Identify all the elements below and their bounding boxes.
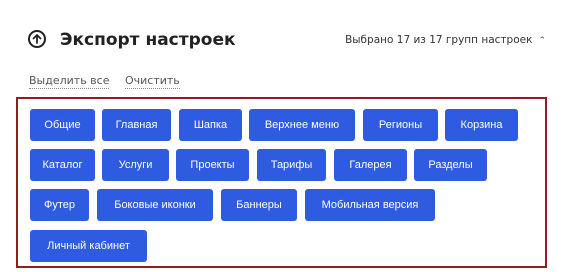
selection-summary-toggle[interactable]: Выбрано 17 из 17 групп настроек ⌃ bbox=[345, 32, 546, 49]
settings-groups-box: Общие Главная Шапка Верхнее меню Регионы… bbox=[16, 97, 547, 268]
group-chip-catalog[interactable]: Каталог bbox=[30, 149, 95, 181]
group-chip-personal-account[interactable]: Личный кабинет bbox=[30, 230, 147, 262]
group-chip-footer[interactable]: Футер bbox=[30, 189, 89, 221]
upload-circle-icon bbox=[28, 30, 46, 48]
selection-actions: Выделить все Очистить bbox=[29, 74, 192, 89]
group-chip-general[interactable]: Общие bbox=[30, 109, 95, 141]
group-chip-side-icons[interactable]: Боковые иконки bbox=[97, 189, 213, 221]
clear-link[interactable]: Очистить bbox=[124, 74, 180, 89]
group-chip-top-menu[interactable]: Верхнее меню bbox=[249, 109, 355, 141]
group-chip-cart[interactable]: Корзина bbox=[445, 109, 518, 141]
selection-summary-text: Выбрано 17 из 17 групп настроек bbox=[345, 34, 533, 46]
export-header: Экспорт настроек Выбрано 17 из 17 групп … bbox=[28, 28, 546, 52]
group-chip-banners[interactable]: Баннеры bbox=[221, 189, 297, 221]
group-chip-gallery[interactable]: Галерея bbox=[334, 149, 407, 181]
group-chip-projects[interactable]: Проекты bbox=[176, 149, 249, 181]
group-chip-services[interactable]: Услуги bbox=[102, 149, 169, 181]
group-chip-sections[interactable]: Разделы bbox=[414, 149, 487, 181]
group-chip-tariffs[interactable]: Тарифы bbox=[257, 149, 326, 181]
chevron-up-icon: ⌃ bbox=[538, 36, 546, 46]
page-title: Экспорт настроек bbox=[60, 30, 236, 50]
group-chip-header[interactable]: Шапка bbox=[179, 109, 242, 141]
select-all-link[interactable]: Выделить все bbox=[29, 74, 110, 89]
group-chip-regions[interactable]: Регионы bbox=[363, 109, 438, 141]
group-chip-home[interactable]: Главная bbox=[102, 109, 171, 141]
group-chip-mobile-version[interactable]: Мобильная версия bbox=[305, 189, 435, 221]
